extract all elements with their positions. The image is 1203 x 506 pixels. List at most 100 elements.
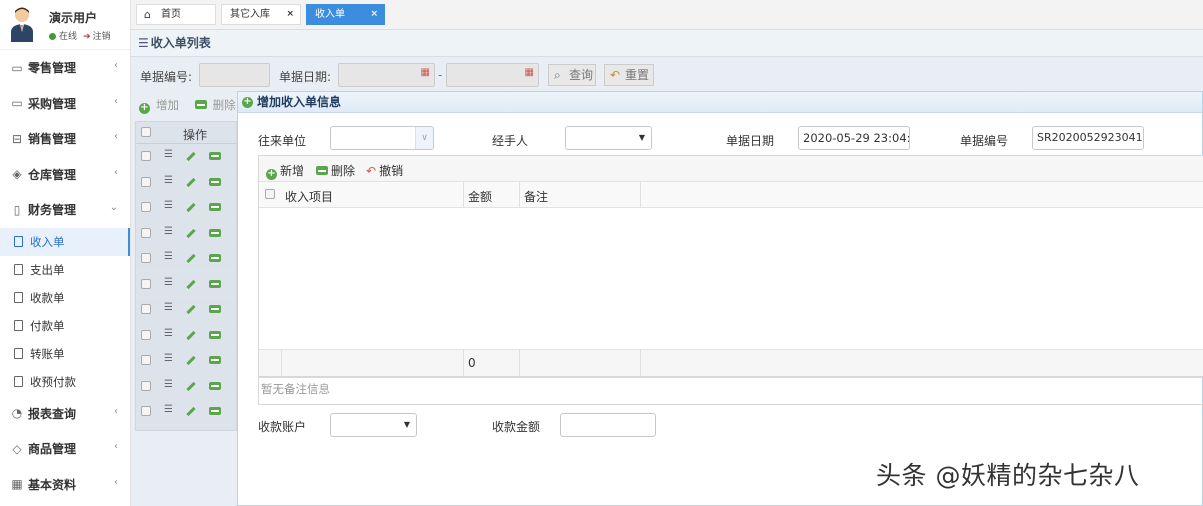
delete-icon[interactable] <box>209 381 221 390</box>
minus-icon <box>316 166 328 175</box>
delete-button[interactable]: 删除 <box>194 98 242 112</box>
nav-item-receipt[interactable]: 收款单 <box>0 284 130 312</box>
column-divider <box>519 350 520 376</box>
start-date-input[interactable]: ▦ <box>338 63 435 87</box>
calendar-icon[interactable]: ▦ <box>421 67 430 78</box>
nav-item-label: 转账单 <box>30 346 65 361</box>
handler-select[interactable]: ▼ <box>565 126 652 150</box>
bill-no-input[interactable]: SR20200529230412 <box>1032 126 1144 150</box>
plus-icon: + <box>266 168 277 180</box>
undo-button[interactable]: ↶ 撤销 <box>366 162 403 179</box>
nav-item-transfer[interactable]: 转账单 <box>0 340 130 368</box>
nav-item-advance[interactable]: 收预付款 <box>0 368 130 396</box>
row-checkbox[interactable] <box>141 176 151 187</box>
tab-income[interactable]: 收入单 × <box>306 4 385 25</box>
delete-icon[interactable] <box>209 356 221 364</box>
delete-icon[interactable] <box>209 177 221 186</box>
delete-icon[interactable] <box>209 203 221 211</box>
detail-icon[interactable]: ☰ <box>164 353 173 364</box>
nav-retail[interactable]: ▭ 零售管理 ‹ <box>0 50 130 86</box>
nav-purchase[interactable]: ▭ 采购管理 ‹ <box>0 86 130 122</box>
nav-sales[interactable]: ⊟ 销售管理 ‹ <box>0 121 130 157</box>
amount-input[interactable] <box>560 413 656 437</box>
row-checkbox[interactable] <box>141 151 151 161</box>
edit-icon[interactable] <box>186 202 196 213</box>
close-icon[interactable]: × <box>370 5 378 24</box>
chevron-left-icon: ‹ <box>114 476 118 488</box>
nav-item-expense[interactable]: 支出单 <box>0 256 130 284</box>
file-icon <box>14 376 23 387</box>
delete-icon[interactable] <box>209 279 221 288</box>
close-icon[interactable]: × <box>286 5 294 24</box>
nav-finance[interactable]: ▯ 财务管理 ⌄ <box>0 192 130 228</box>
edit-icon[interactable] <box>186 228 196 238</box>
bill-date-input[interactable]: 2020-05-29 23:04:12 <box>798 126 910 150</box>
delete-icon[interactable] <box>209 330 221 339</box>
edit-icon[interactable] <box>186 406 196 417</box>
detail-icon[interactable]: ☰ <box>164 302 173 313</box>
edit-icon[interactable] <box>186 304 196 315</box>
partner-combobox[interactable]: ∨ <box>330 126 434 150</box>
delete-row-button[interactable]: 删除 <box>316 162 355 179</box>
detail-icon[interactable]: ☰ <box>164 404 173 415</box>
dialog-title-bar: + 增加收入单信息 <box>238 92 1202 113</box>
remark-field[interactable]: 暂无备注信息 <box>258 377 1203 405</box>
edit-icon[interactable] <box>186 381 196 391</box>
calendar-icon[interactable]: ▦ <box>525 67 534 78</box>
query-button[interactable]: ⌕ 查询 <box>548 64 596 86</box>
chevron-down-icon[interactable]: ∨ <box>415 127 433 149</box>
reset-button[interactable]: ↶ 重置 <box>604 64 654 86</box>
row-checkbox[interactable] <box>141 380 151 391</box>
edit-icon[interactable] <box>186 330 196 340</box>
delete-icon[interactable] <box>209 152 221 160</box>
select-all-checkbox[interactable] <box>141 127 151 137</box>
nav-label: 零售管理 <box>28 61 77 76</box>
detail-icon[interactable]: ☰ <box>164 251 173 262</box>
row-checkbox[interactable] <box>141 406 151 416</box>
delete-icon[interactable] <box>209 305 221 313</box>
end-date-input[interactable]: ▦ <box>446 63 539 87</box>
row-checkbox[interactable] <box>141 278 151 289</box>
tab-other-in[interactable]: 其它入库 × <box>221 4 301 25</box>
nav-products[interactable]: ◇ 商品管理 ‹ <box>0 431 130 467</box>
detail-icon[interactable]: ☰ <box>164 226 173 237</box>
detail-icon[interactable]: ☰ <box>164 149 173 160</box>
edit-icon[interactable] <box>186 253 196 264</box>
user-status: 在线 ➔ 注销 <box>49 29 111 42</box>
tab-home[interactable]: ⌂ 首页 <box>136 4 216 25</box>
row-checkbox[interactable] <box>141 304 151 314</box>
logout-link[interactable]: 注销 <box>93 32 111 42</box>
edit-icon[interactable] <box>186 151 196 162</box>
detail-icon[interactable]: ☰ <box>164 200 173 211</box>
nav-label: 基本资料 <box>28 477 77 492</box>
add-button[interactable]: + 增加 <box>139 98 185 114</box>
nav-basic[interactable]: ▦ 基本资料 ‹ <box>0 467 130 503</box>
row-checkbox[interactable] <box>141 227 151 238</box>
select-all-checkbox[interactable] <box>265 189 275 199</box>
new-row-button[interactable]: + 新增 <box>266 162 304 180</box>
row-checkbox[interactable] <box>141 253 151 263</box>
delete-icon[interactable] <box>209 254 221 262</box>
logout-icon[interactable]: ➔ <box>83 32 91 42</box>
detail-icon[interactable]: ☰ <box>164 175 173 186</box>
nav-item-income[interactable]: 收入单 <box>0 227 130 256</box>
edit-icon[interactable] <box>186 279 196 289</box>
nav-reports[interactable]: ◔ 报表查询 ‹ <box>0 396 130 432</box>
row-checkbox[interactable] <box>141 329 151 340</box>
edit-icon[interactable] <box>186 355 196 366</box>
account-select[interactable]: ▼ <box>330 413 417 437</box>
detail-icon[interactable]: ☰ <box>164 328 173 339</box>
nav-warehouse[interactable]: ◈ 仓库管理 ‹ <box>0 157 130 193</box>
detail-icon[interactable]: ☰ <box>164 379 173 390</box>
delete-icon[interactable] <box>209 228 221 237</box>
table-row: ☰ <box>136 272 236 297</box>
delete-icon[interactable] <box>209 407 221 415</box>
nav-item-payment[interactable]: 付款单 <box>0 312 130 340</box>
bill-no-input[interactable] <box>199 63 270 87</box>
detail-icon[interactable]: ☰ <box>164 277 173 288</box>
edit-icon[interactable] <box>186 177 196 187</box>
row-checkbox[interactable] <box>141 355 151 365</box>
sidebar: 演示用户 在线 ➔ 注销 ▭ 零售管理 ‹ ▭ 采购管理 ‹ ⊟ 销售管理 ‹ ◈ … <box>0 0 131 506</box>
list-icon: ☰ <box>138 36 149 50</box>
row-checkbox[interactable] <box>141 202 151 212</box>
